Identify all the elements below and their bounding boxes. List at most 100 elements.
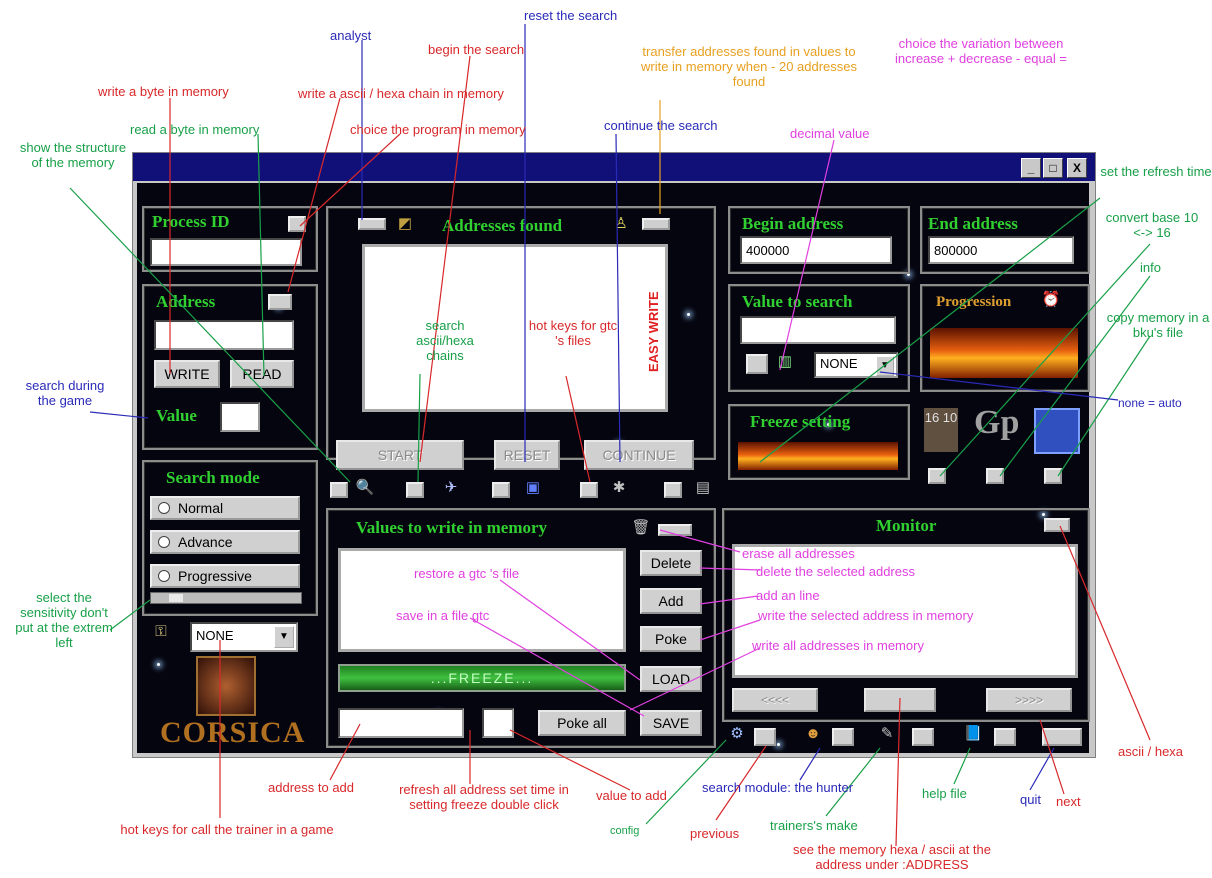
value-to-search-panel: Value to search ▥ NONE ▼ <box>728 284 910 392</box>
annot-next: next <box>1056 794 1081 809</box>
values-to-write-panel: Values to write in memory 🗑 Delete Add P… <box>326 508 716 748</box>
annot-write-selected: write the selected address in memory <box>758 608 974 623</box>
values-list[interactable] <box>338 548 626 652</box>
annot-search-module: search module: the hunter <box>702 780 854 795</box>
annot-search-game: search during the game <box>25 378 105 408</box>
continue-button[interactable]: CONTINUE <box>584 440 694 470</box>
annot-delete-selected: delete the selected address <box>756 564 915 579</box>
radio-normal[interactable]: Normal <box>150 496 300 520</box>
monitor-middle-button[interactable] <box>864 688 936 712</box>
annot-begin-search: begin the search <box>428 42 525 57</box>
values-to-write-title: Values to write in memory <box>356 518 548 537</box>
close-button[interactable]: X <box>1067 158 1087 178</box>
convert-icon: ▥ <box>777 353 793 370</box>
annot-variation: choice the variation between increase + … <box>895 36 1067 66</box>
address-title: Address <box>156 292 216 311</box>
ascii-chain-button[interactable] <box>268 294 292 310</box>
next-button[interactable]: >>>> <box>986 688 1072 712</box>
annot-refresh-all: refresh all address set time in setting … <box>399 782 569 812</box>
analyst-button[interactable] <box>358 218 386 230</box>
decimal-button[interactable] <box>746 354 768 374</box>
annot-restore: restore a gtc 's file <box>414 566 520 581</box>
easy-write-button[interactable] <box>664 482 682 498</box>
write-button[interactable]: WRITE <box>154 360 220 388</box>
value-to-add-field[interactable] <box>482 708 514 738</box>
annot-copy-memory: copy memory in a bku's file <box>1106 310 1210 340</box>
see-memory-button[interactable] <box>912 728 934 746</box>
annot-analyst: analyst <box>330 28 372 43</box>
trainers-make-button[interactable] <box>832 728 854 746</box>
chip-icon: ✱ <box>612 479 626 496</box>
convert-base-button[interactable] <box>928 468 946 484</box>
value-label: Value <box>156 406 197 425</box>
freeze-time-bar[interactable] <box>738 442 898 470</box>
reset-button[interactable]: RESET <box>494 440 560 470</box>
add-button[interactable]: Add <box>640 588 702 614</box>
annot-write-ascii: write a ascii / hexa chain in memory <box>298 86 504 101</box>
freeze-button[interactable]: ...FREEZE... <box>338 664 626 692</box>
magnifier-icon: 🔍 <box>355 479 375 496</box>
begin-address-field[interactable]: 400000 <box>740 236 892 264</box>
save-button[interactable]: SAVE <box>640 710 702 736</box>
search-mode-panel: Search mode Normal Advance Progressive <box>142 460 318 616</box>
transfer-icon: ♙ <box>614 215 628 232</box>
search-ascii-button[interactable] <box>492 482 510 498</box>
help-book-icon: 📘 <box>963 725 983 742</box>
slider-thumb[interactable] <box>169 594 183 602</box>
radio-progressive[interactable]: Progressive <box>150 564 300 588</box>
trash-icon: 🗑 <box>631 519 651 536</box>
minimize-button[interactable]: _ <box>1021 158 1041 178</box>
trainer-icon: ☻ <box>805 725 821 742</box>
start-button[interactable]: START <box>336 440 464 470</box>
annot-quit: quit <box>1020 792 1041 807</box>
copy-memory-button[interactable] <box>1044 468 1062 484</box>
clock-icon: ⏰ <box>1041 291 1061 308</box>
radio-advance[interactable]: Advance <box>150 530 300 554</box>
search-during-game-button[interactable] <box>406 482 424 498</box>
corsica-logo: CORSICA <box>160 716 306 749</box>
end-address-field[interactable]: 800000 <box>928 236 1074 264</box>
sensitivity-slider[interactable] <box>150 592 302 604</box>
chevron-down-icon[interactable]: ▼ <box>876 356 894 376</box>
quit-button[interactable] <box>1042 728 1082 746</box>
value-to-search-title: Value to search <box>742 292 853 311</box>
load-button[interactable]: LOAD <box>640 666 702 692</box>
variation-select[interactable]: NONE ▼ <box>814 352 898 378</box>
annot-hot-gtc: hot keys for gtc 's files <box>528 318 618 348</box>
annot-reset-search: reset the search <box>524 8 618 23</box>
begin-address-title: Begin address <box>742 214 844 233</box>
search-module-button[interactable] <box>754 728 776 746</box>
hotkeys-select[interactable]: NONE ▼ <box>190 622 298 652</box>
end-address-title: End address <box>928 214 1018 233</box>
chevron-down-icon[interactable]: ▼ <box>274 626 294 648</box>
title-bar: _ □ X <box>133 153 1095 181</box>
help-button[interactable] <box>994 728 1016 746</box>
transfer-button[interactable] <box>642 218 670 230</box>
progression-bar <box>930 328 1078 378</box>
erase-all-button[interactable] <box>658 524 692 536</box>
annot-read-byte: read a byte in memory <box>130 122 260 137</box>
structure-button[interactable] <box>288 216 306 232</box>
poke-all-button[interactable]: Poke all <box>538 710 626 736</box>
annot-see-memory: see the memory hexa / ascii at the addre… <box>793 842 991 872</box>
info-icon: Gp <box>974 404 1020 441</box>
annot-sensitivity: select the sensitivity don't put at the … <box>15 590 113 650</box>
maximize-button[interactable]: □ <box>1043 158 1063 178</box>
delete-button[interactable]: Delete <box>640 550 702 576</box>
show-structure-button[interactable] <box>330 482 348 498</box>
info-button[interactable] <box>986 468 1004 484</box>
annot-config: config <box>610 825 640 837</box>
address-field[interactable] <box>154 320 294 350</box>
value-to-search-field[interactable] <box>740 316 896 344</box>
monitor-icon: ▣ <box>525 479 541 496</box>
value-field[interactable] <box>220 402 260 432</box>
process-field[interactable] <box>150 238 302 266</box>
read-button[interactable]: READ <box>230 360 294 388</box>
previous-button[interactable]: <<<< <box>732 688 818 712</box>
hot-keys-gtc-button[interactable] <box>580 482 598 498</box>
annot-show-structure: show the structure of the memory <box>19 140 127 170</box>
poke-button[interactable]: Poke <box>640 626 702 652</box>
end-address-panel: End address 800000 <box>920 206 1090 274</box>
address-to-add-field[interactable] <box>338 708 464 738</box>
ascii-hexa-button[interactable] <box>1044 518 1070 532</box>
